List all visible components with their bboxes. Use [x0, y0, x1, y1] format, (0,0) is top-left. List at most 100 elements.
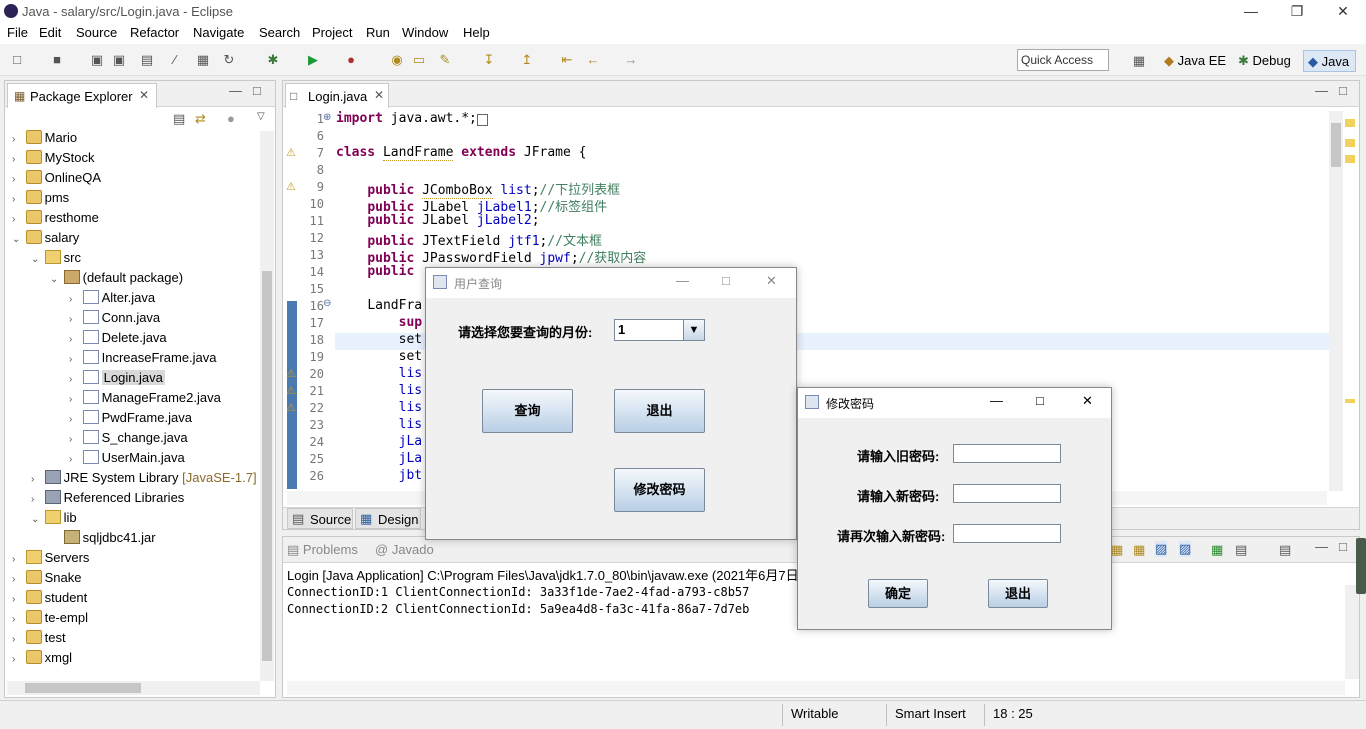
- chevron-down-icon[interactable]: ▼: [683, 320, 704, 340]
- link-editor-icon[interactable]: ⇄: [195, 111, 206, 127]
- tree-item-login-java[interactable]: › Login.java: [69, 368, 165, 388]
- run-icon[interactable]: ▶: [304, 51, 322, 69]
- console-icon[interactable]: ▤: [138, 51, 156, 69]
- tree-item-servers[interactable]: › Servers: [12, 548, 89, 568]
- tree-item-increaseframe-java[interactable]: › IncreaseFrame.java: [69, 348, 217, 368]
- close-icon[interactable]: ✕: [374, 88, 384, 102]
- menu-project[interactable]: Project: [312, 25, 352, 40]
- tree-item-salary[interactable]: ⌄ salary: [12, 228, 79, 248]
- tree-horizontal-scrollbar[interactable]: [7, 681, 260, 695]
- tab-package-explorer[interactable]: ▦ Package Explorer ✕: [7, 83, 157, 108]
- query-button[interactable]: 查询: [482, 389, 573, 433]
- console-vertical-scrollbar[interactable]: [1345, 585, 1359, 679]
- collapse-all-icon[interactable]: ▤: [173, 111, 185, 127]
- change-password-button[interactable]: 修改密码: [614, 468, 705, 512]
- tree-item-te-empl[interactable]: › te-empl: [12, 608, 88, 628]
- tree-item-usermain-java[interactable]: › UserMain.java: [69, 448, 185, 468]
- open-type-icon[interactable]: ◉: [388, 51, 406, 69]
- tree-item-snake[interactable]: › Snake: [12, 568, 82, 588]
- minimize-view-icon[interactable]: —: [1315, 83, 1328, 98]
- perspective-java-ee[interactable]: ◆ Java EE: [1160, 50, 1230, 72]
- tree-item-referenced-libraries[interactable]: › Referenced Libraries: [31, 488, 184, 508]
- tree-vertical-scrollbar[interactable]: [260, 131, 274, 681]
- pin-console-icon[interactable]: ▨: [1155, 541, 1168, 557]
- prev-annotation-icon[interactable]: ↥: [518, 51, 536, 69]
- tree-item-mario[interactable]: › Mario: [12, 128, 77, 148]
- overview-warning-marker[interactable]: [1345, 139, 1355, 147]
- tree-item-jre-library[interactable]: › JRE System Library [JavaSE-1.7]: [31, 468, 257, 488]
- tree-item-default-package[interactable]: ⌄ (default package): [50, 268, 183, 288]
- menu-window[interactable]: Window: [402, 25, 448, 40]
- minimize-view-icon[interactable]: —: [229, 83, 242, 98]
- menu-help[interactable]: Help: [463, 25, 490, 40]
- console-toolbar-icon[interactable]: ▦: [1111, 542, 1123, 558]
- new-package-icon[interactable]: ■: [48, 51, 66, 69]
- menu-run[interactable]: Run: [366, 25, 390, 40]
- tree-item-delete-java[interactable]: › Delete.java: [69, 328, 167, 348]
- new-password-field[interactable]: [953, 484, 1061, 503]
- menu-source[interactable]: Source: [76, 25, 117, 40]
- tab-source[interactable]: ▤ Source: [287, 508, 353, 529]
- next-annotation-icon[interactable]: ↧: [480, 51, 498, 69]
- perspective-java[interactable]: ◆ Java: [1303, 50, 1356, 72]
- exit-button[interactable]: 退出: [614, 389, 705, 433]
- new-server-icon[interactable]: ▦: [194, 51, 212, 69]
- tree-item-sqljdbc41-jar[interactable]: sqljdbc41.jar: [50, 528, 156, 548]
- maximize-button[interactable]: □: [1036, 393, 1044, 408]
- tree-item-src[interactable]: ⌄ src: [31, 248, 81, 268]
- fold-collapse-icon[interactable]: ⊖: [323, 298, 331, 309]
- close-button[interactable]: ✕: [1082, 393, 1093, 409]
- menu-refactor[interactable]: Refactor: [130, 25, 179, 40]
- trim-stack[interactable]: [1356, 538, 1366, 594]
- debug-icon[interactable]: ✱: [264, 51, 282, 69]
- tree-item-xmgl[interactable]: › xmgl: [12, 648, 72, 668]
- tree-item-onlineqa[interactable]: › OnlineQA: [12, 168, 101, 188]
- tree-item-conn-java[interactable]: › Conn.java: [69, 308, 160, 328]
- maximize-view-icon[interactable]: □: [1339, 539, 1347, 554]
- last-edit-icon[interactable]: ⇤: [558, 51, 576, 69]
- minimize-view-icon[interactable]: —: [1315, 539, 1328, 554]
- editor-vertical-scrollbar[interactable]: [1329, 111, 1343, 491]
- ok-button[interactable]: 确定: [868, 579, 928, 608]
- overview-warning-marker[interactable]: [1345, 399, 1355, 403]
- console-toolbar-icon[interactable]: ▦: [1133, 542, 1145, 558]
- display-console-icon[interactable]: ▨: [1179, 541, 1192, 557]
- new-icon[interactable]: □: [8, 51, 26, 69]
- console-menu-icon[interactable]: ▤: [1235, 542, 1247, 558]
- forward-icon[interactable]: →: [622, 51, 640, 69]
- minimize-button[interactable]: —: [676, 273, 689, 288]
- tree-item-pwdframe-java[interactable]: › PwdFrame.java: [69, 408, 192, 428]
- menu-search[interactable]: Search: [259, 25, 300, 40]
- open-perspective-icon[interactable]: ▦: [1130, 52, 1148, 70]
- tab-problems[interactable]: ▤ Problems: [287, 542, 358, 558]
- overview-warning-marker[interactable]: [1345, 119, 1355, 127]
- menu-file[interactable]: File: [7, 25, 28, 40]
- back-icon[interactable]: ←: [584, 51, 602, 69]
- confirm-password-field[interactable]: [953, 524, 1061, 543]
- close-button[interactable]: ✕: [1320, 0, 1366, 24]
- restore-button[interactable]: ❐: [1274, 0, 1320, 24]
- editor-scroll-thumb[interactable]: [1331, 123, 1341, 167]
- filters-icon[interactable]: ●: [227, 111, 235, 126]
- tree-item-student[interactable]: › student: [12, 588, 87, 608]
- tree-item-test[interactable]: › test: [12, 628, 66, 648]
- external-tools-icon[interactable]: ●: [342, 51, 360, 69]
- tab-login-java[interactable]: □ Login.java ✕: [285, 83, 389, 108]
- exit-button[interactable]: 退出: [988, 579, 1048, 608]
- close-button[interactable]: ✕: [766, 273, 777, 289]
- quick-access-input[interactable]: Quick Access: [1017, 49, 1109, 71]
- maximize-view-icon[interactable]: □: [253, 83, 261, 98]
- minimize-button[interactable]: —: [1228, 0, 1274, 24]
- minimize-button[interactable]: —: [990, 393, 1003, 408]
- menu-edit[interactable]: Edit: [39, 25, 61, 40]
- tree-item-pms[interactable]: › pms: [12, 188, 69, 208]
- tree-item-manageframe2-java[interactable]: › ManageFrame2.java: [69, 388, 221, 408]
- save-icon[interactable]: ▣: [88, 51, 106, 69]
- old-password-field[interactable]: [953, 444, 1061, 463]
- new-console-icon[interactable]: ▤: [1279, 542, 1291, 558]
- skip-breakpoints-icon[interactable]: ∕: [166, 51, 184, 69]
- overview-warning-marker[interactable]: [1345, 155, 1355, 163]
- refresh-icon[interactable]: ↻: [220, 51, 238, 69]
- tree-scroll-thumb[interactable]: [262, 271, 272, 661]
- tree-hscroll-thumb[interactable]: [25, 683, 141, 693]
